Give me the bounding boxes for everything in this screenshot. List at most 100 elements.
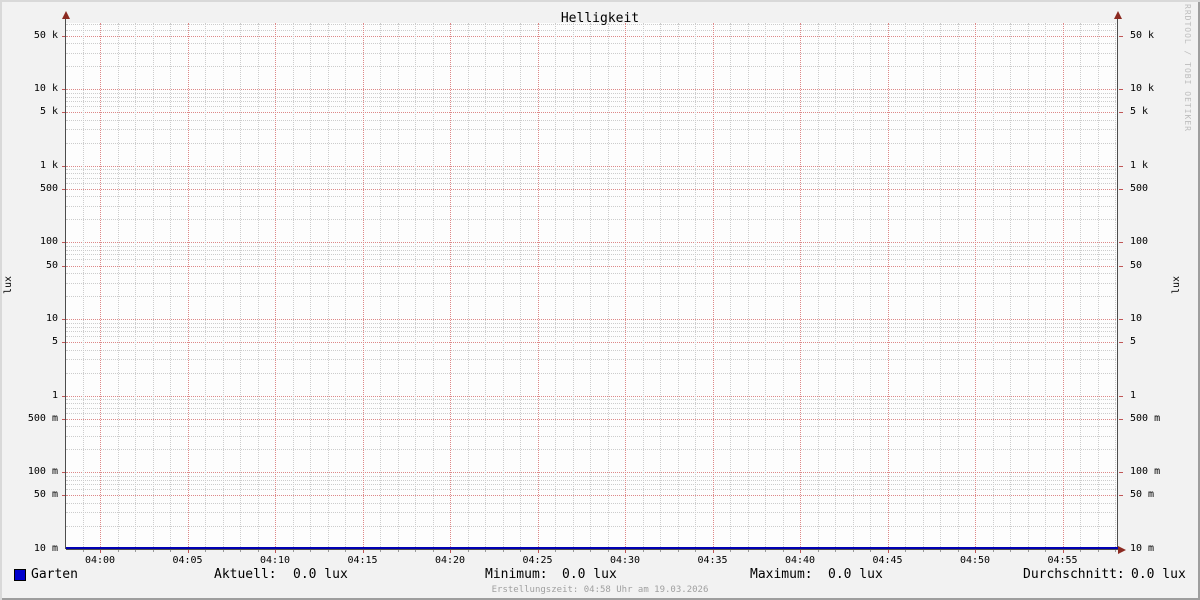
grid-line-minor-v — [502, 23, 504, 549]
grid-line-minor-v — [397, 23, 399, 549]
y-axis-line-left — [65, 18, 66, 549]
grid-line-minor-v — [520, 23, 521, 549]
x-tick-minor — [222, 550, 224, 552]
x-tick-minor — [555, 550, 556, 552]
stat-aktuell-label: Aktuell: — [214, 567, 277, 582]
y-tick-label: 1 k — [39, 159, 58, 171]
grid-line-minor-v — [1097, 23, 1099, 549]
y-tick-label: 500 m — [27, 412, 58, 424]
grid-line-minor-h — [66, 326, 1118, 328]
grid-line-minor-h — [66, 407, 1118, 409]
y-tick-right — [1119, 319, 1123, 321]
y-tick-label: 10 m — [33, 543, 58, 554]
legend-series-label: Garten — [31, 567, 78, 582]
grid-line-minor-h — [66, 479, 1118, 481]
grid-line-major-v — [100, 23, 101, 549]
x-tick-minor — [905, 550, 906, 552]
grid-line-minor-h — [66, 205, 1118, 207]
x-tick-minor — [992, 550, 994, 552]
x-tick-minor — [310, 550, 311, 552]
x-tick-minor — [292, 550, 294, 552]
y-axis-arrow-right-icon — [1114, 11, 1122, 19]
x-tick-minor — [747, 550, 749, 552]
grid-line-minor-v — [117, 23, 119, 549]
grid-line-minor-v — [380, 23, 381, 549]
y-tick-right — [1119, 395, 1123, 397]
x-tick-minor — [835, 550, 836, 552]
y-tick-label: 10 — [1130, 313, 1143, 325]
x-axis-line — [66, 549, 1118, 550]
y-axis-line-right — [1117, 18, 1118, 549]
grid-line-minor-h — [66, 182, 1118, 184]
y-axis-arrow-left-icon — [62, 11, 70, 19]
grid-line-major-h — [66, 242, 1118, 244]
grid-line-minor-h — [66, 359, 1118, 361]
grid-line-minor-v — [257, 23, 259, 549]
grid-line-minor-h — [66, 169, 1118, 171]
x-tick-minor — [327, 550, 329, 552]
grid-line-minor-h — [66, 349, 1118, 351]
y-tick-label: 500 m — [1130, 412, 1161, 424]
stat-maximum-label: Maximum: — [750, 567, 813, 582]
x-axis-arrow-icon — [1118, 546, 1126, 554]
grid-line-minor-v — [82, 23, 84, 549]
x-tick-minor — [572, 550, 574, 552]
grid-line-major-v — [800, 23, 801, 549]
grid-line-minor-h — [66, 177, 1118, 179]
y-tick-label: 5 k — [1130, 106, 1149, 118]
x-tick-minor — [695, 550, 696, 552]
x-tick-minor — [940, 550, 941, 552]
stat-minimum-label: Minimum: — [485, 567, 548, 582]
y-axis-unit-right: lux — [1171, 275, 1182, 295]
grid-line-major-v — [275, 23, 276, 549]
grid-line-major-v — [362, 23, 364, 549]
grid-line-major-v — [712, 23, 714, 549]
grid-line-minor-h — [66, 249, 1118, 251]
grid-line-minor-h — [66, 282, 1118, 284]
rrdtool-graph: Helligkeit RRDTOOL / TOBI OETIKER lux lu… — [0, 0, 1200, 600]
x-tick-minor — [1080, 550, 1081, 552]
y-tick-right — [1119, 89, 1123, 91]
stat-durchschnitt-value: 0.0 lux — [1131, 567, 1186, 582]
grid-line-minor-v — [782, 23, 784, 549]
grid-line-major-h — [66, 188, 1118, 190]
grid-line-minor-v — [152, 23, 154, 549]
x-tick-minor — [957, 550, 959, 552]
grid-line-minor-v — [677, 23, 679, 549]
grid-line-minor-h — [66, 449, 1118, 451]
grid-line-minor-h — [66, 129, 1118, 131]
grid-line-major-h — [66, 112, 1118, 114]
grid-line-minor-h — [66, 92, 1118, 94]
grid-line-minor-h — [66, 296, 1118, 298]
y-tick-right — [1119, 342, 1123, 344]
x-tick-label: 04:50 — [959, 555, 991, 566]
grid-line-major-h — [66, 89, 1118, 91]
grid-line-minor-h — [66, 43, 1118, 45]
grid-line-minor-h — [66, 245, 1118, 247]
grid-line-minor-v — [572, 23, 574, 549]
x-tick-minor — [590, 550, 591, 552]
grid-line-minor-v — [747, 23, 749, 549]
x-tick-major — [1062, 550, 1064, 553]
x-tick-major — [450, 550, 451, 553]
x-tick-minor — [467, 550, 469, 552]
stat-maximum-value: 0.0 lux — [828, 567, 883, 582]
y-tick-right — [1119, 242, 1123, 244]
y-tick-label: 100 — [39, 236, 58, 248]
grid-line-minor-h — [66, 512, 1118, 514]
stat-durchschnitt-label: Durchschnitt: — [1023, 567, 1125, 582]
y-tick-label: 5 — [1130, 336, 1137, 348]
x-tick-minor — [432, 550, 434, 552]
grid-line-minor-h — [66, 475, 1118, 477]
x-tick-minor — [1115, 550, 1116, 552]
grid-line-minor-v — [1115, 23, 1116, 549]
grid-line-minor-v — [870, 23, 871, 549]
grid-line-minor-v — [730, 23, 731, 549]
x-tick-major — [712, 550, 714, 553]
grid-line-minor-h — [66, 426, 1118, 428]
x-tick-label: 04:05 — [172, 555, 203, 566]
y-tick-label: 50 m — [1130, 489, 1155, 501]
x-tick-major — [362, 550, 364, 553]
grid-line-minor-v — [240, 23, 241, 549]
x-tick-label: 04:55 — [1047, 555, 1078, 566]
